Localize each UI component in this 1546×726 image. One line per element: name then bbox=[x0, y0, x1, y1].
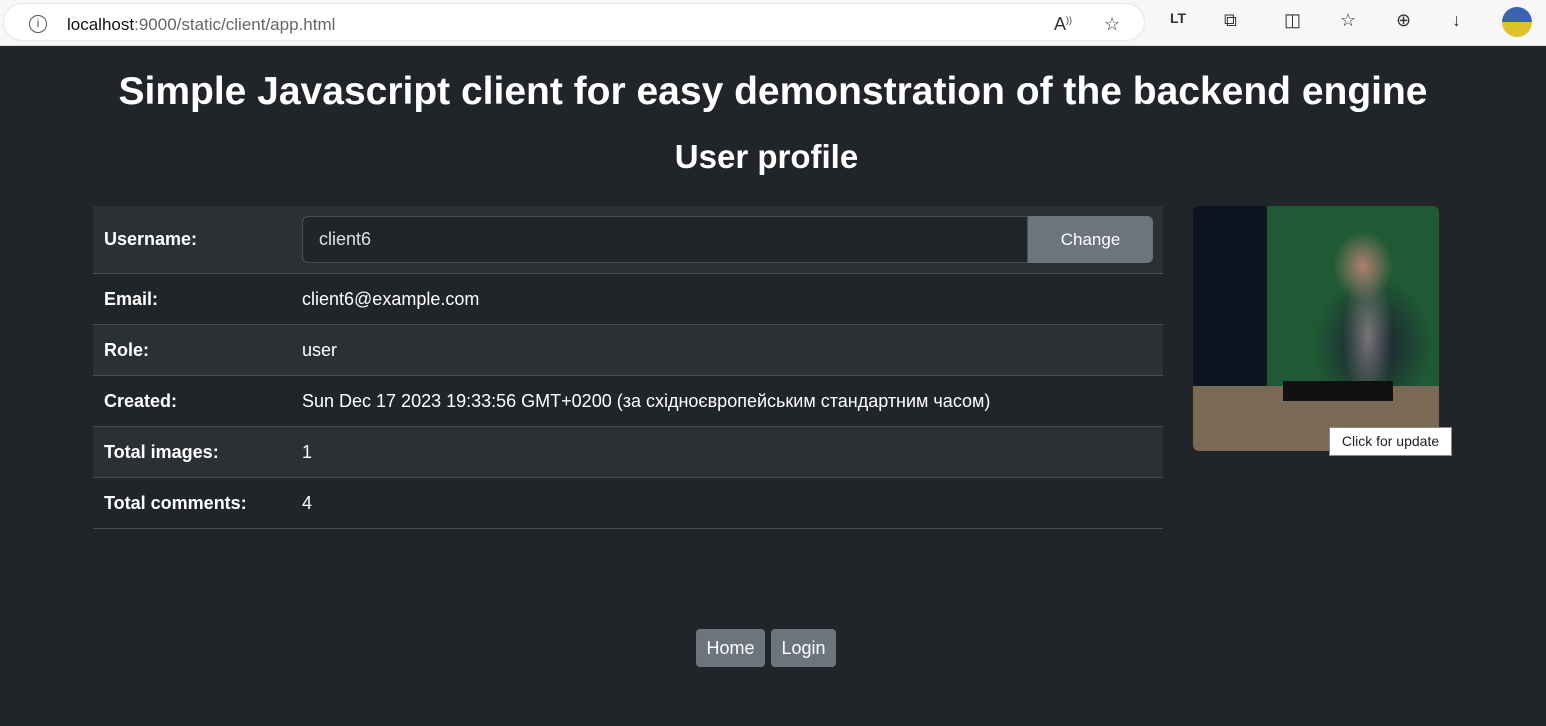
email-label: Email: bbox=[104, 288, 159, 309]
table-row: Username: Change bbox=[93, 206, 1163, 274]
total-images-label: Total images: bbox=[104, 441, 219, 462]
split-screen-icon[interactable]: ◫ bbox=[1284, 10, 1301, 31]
total-comments-label: Total comments: bbox=[104, 492, 247, 513]
url-host: localhost bbox=[67, 15, 135, 34]
table-row: Total images: 1 bbox=[93, 427, 1163, 478]
extensions-icon[interactable]: ⧉ bbox=[1224, 10, 1237, 31]
home-button[interactable]: Home bbox=[696, 629, 765, 667]
download-icon[interactable]: ↓ bbox=[1452, 10, 1461, 31]
email-value: client6@example.com bbox=[302, 288, 480, 309]
table-row: Role: user bbox=[93, 325, 1163, 376]
user-avatar-image[interactable] bbox=[1193, 206, 1439, 451]
table-row: Email: client6@example.com bbox=[93, 274, 1163, 325]
username-input-group: Change bbox=[302, 216, 1153, 263]
browser-toolbar: i localhost:9000/static/client/app.html … bbox=[0, 0, 1546, 46]
collections-icon[interactable]: ⊕ bbox=[1396, 10, 1411, 31]
username-label: Username: bbox=[104, 229, 198, 249]
read-aloud-icon[interactable]: A)) bbox=[1054, 14, 1072, 35]
favorite-star-icon[interactable]: ☆ bbox=[1104, 14, 1120, 35]
login-button[interactable]: Login bbox=[771, 629, 836, 667]
table-row: Created: Sun Dec 17 2023 19:33:56 GMT+020… bbox=[93, 376, 1163, 427]
page-title: Simple Javascript client for easy demons… bbox=[118, 70, 1428, 113]
created-label: Created: bbox=[104, 390, 178, 411]
avatar-keyboard-shape bbox=[1283, 381, 1393, 401]
profile-avatar-icon[interactable] bbox=[1502, 7, 1532, 37]
change-button[interactable]: Change bbox=[1028, 216, 1153, 263]
role-value: user bbox=[302, 339, 338, 360]
total-images-value: 1 bbox=[302, 441, 313, 462]
section-title: User profile bbox=[674, 138, 859, 175]
role-label: Role: bbox=[104, 339, 149, 360]
table-row: Total comments: 4 bbox=[93, 478, 1163, 529]
address-bar[interactable]: i localhost:9000/static/client/app.html … bbox=[4, 4, 1144, 40]
created-value: Sun Dec 17 2023 19:33:56 GMT+0200 (за сх… bbox=[302, 390, 991, 411]
url-text[interactable]: localhost:9000/static/client/app.html bbox=[67, 15, 335, 35]
favorites-icon[interactable]: ☆ bbox=[1340, 10, 1356, 31]
total-comments-value: 4 bbox=[302, 492, 313, 513]
info-icon[interactable]: i bbox=[29, 15, 47, 33]
profile-table: Username: Change Email: client6@example.c… bbox=[93, 206, 1163, 529]
url-path: :9000/static/client/app.html bbox=[134, 15, 336, 34]
avatar-tooltip: Click for update bbox=[1329, 427, 1452, 456]
translate-extension-icon[interactable]: LT bbox=[1170, 10, 1186, 26]
username-input[interactable] bbox=[302, 216, 1028, 263]
